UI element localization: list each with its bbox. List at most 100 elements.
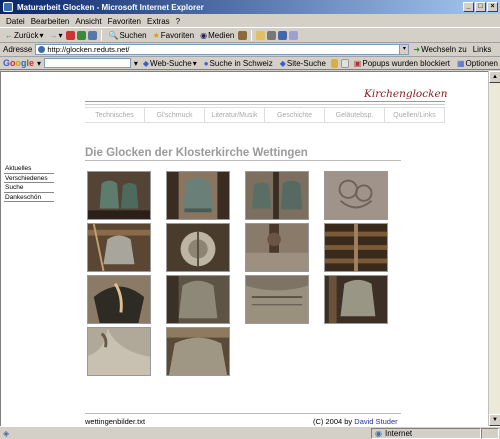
menu-datei[interactable]: Datei: [3, 17, 28, 26]
star-icon: ★: [152, 31, 160, 40]
minimize-button[interactable]: _: [463, 2, 474, 12]
search-button[interactable]: 🔍 Suchen: [106, 31, 148, 40]
menu-extras[interactable]: Extras: [144, 17, 173, 26]
bell-photo-thumbnail[interactable]: [245, 223, 309, 272]
forward-button[interactable]: → ▾: [47, 31, 64, 40]
bell-photo-thumbnail[interactable]: [87, 223, 151, 272]
bell-photo-thumbnail[interactable]: [87, 171, 151, 220]
media-button[interactable]: ◉ Medien: [198, 31, 236, 40]
google-search-input[interactable]: [44, 58, 131, 68]
chevron-down-icon[interactable]: ▾: [37, 59, 41, 68]
site-brand-logo[interactable]: Kirchenglocken: [364, 88, 447, 100]
footer-rule: [85, 413, 401, 414]
page-done-icon: ◈: [3, 428, 10, 438]
side-menu-item-suche[interactable]: Suche: [4, 183, 54, 193]
chevron-down-icon[interactable]: ▾: [134, 59, 138, 68]
security-zone: ◉ Internet: [371, 427, 481, 439]
menu-ansicht[interactable]: Ansicht: [72, 17, 104, 26]
bell-photo-thumbnail[interactable]: [166, 171, 230, 220]
bell-photo-thumbnail[interactable]: [166, 275, 230, 324]
back-arrow-icon: ←: [5, 31, 13, 40]
nav-gelaeutebsp[interactable]: Geläutebsp.: [325, 108, 385, 122]
nav-literatur-musik[interactable]: Literatur/Musik: [205, 108, 265, 122]
site-search-icon: ◆: [279, 58, 286, 68]
links-button[interactable]: Links: [473, 45, 492, 54]
nav-quellen-links[interactable]: Quellen/Links: [385, 108, 445, 122]
status-bar: ◈ ◉ Internet: [0, 426, 500, 439]
site-nav: Technisches Gl'schmuck Literatur/Musik G…: [85, 107, 445, 123]
bell-photo-thumbnail[interactable]: [324, 275, 388, 324]
bell-photo-thumbnail[interactable]: [87, 275, 151, 324]
bell-photo-thumbnail[interactable]: [245, 171, 309, 220]
site-search-button[interactable]: ◆ Site-Suche: [278, 59, 328, 68]
window-title: Maturarbeit Glocken - Microsoft Internet…: [17, 2, 204, 12]
scroll-down-button[interactable]: ▼: [489, 414, 500, 426]
web-search-button[interactable]: ◆ Web-Suche ▾: [141, 59, 199, 68]
google-logo[interactable]: Google: [3, 58, 34, 68]
bell-photo-thumbnail[interactable]: [87, 327, 151, 376]
globe-icon: ◉: [375, 428, 382, 438]
maximize-button[interactable]: □: [475, 2, 486, 12]
history-icon[interactable]: [238, 31, 248, 40]
address-label: Adresse: [3, 45, 33, 54]
page-icon: [38, 46, 46, 53]
refresh-icon[interactable]: [77, 31, 87, 40]
highlight-icon[interactable]: [341, 58, 349, 68]
mail-icon[interactable]: [256, 31, 266, 40]
menu-help[interactable]: ?: [173, 17, 183, 26]
footer-filename[interactable]: wettingenbilder.txt: [85, 417, 145, 426]
stop-icon[interactable]: [66, 31, 76, 40]
google-toolbar: Google ▾ ▾ ◆ Web-Suche ▾ ● Suche in Schw…: [0, 57, 500, 70]
bell-photo-thumbnail[interactable]: [324, 223, 388, 272]
nav-glockenschmuck[interactable]: Gl'schmuck: [145, 108, 205, 122]
home-icon[interactable]: [88, 31, 98, 40]
address-bar: Adresse http://glocken.reduts.net/ ▾ ➜ W…: [0, 43, 500, 57]
chevron-down-icon: ▾: [192, 58, 197, 68]
nav-technisches[interactable]: Technisches: [85, 108, 145, 122]
popup-blocked-icon: ▣: [353, 58, 362, 68]
forward-arrow-icon: →: [49, 31, 58, 40]
chevron-down-icon: ▾: [39, 31, 44, 40]
chevron-down-icon: ▾: [58, 31, 63, 40]
address-dropdown-button[interactable]: ▾: [400, 44, 410, 55]
discuss-icon[interactable]: [289, 31, 299, 40]
bell-photo-thumbnail[interactable]: [245, 275, 309, 324]
header-rule: [85, 101, 445, 102]
favorites-button[interactable]: ★ Favoriten: [151, 31, 197, 40]
globe-icon: ●: [203, 58, 209, 68]
search-icon: ◆: [142, 58, 150, 68]
heading-rule: [85, 160, 401, 161]
media-icon: ◉: [200, 31, 208, 40]
nav-geschichte[interactable]: Geschichte: [265, 108, 325, 122]
bell-photo-thumbnail[interactable]: [166, 327, 230, 376]
go-button[interactable]: ➜ Wechseln zu: [413, 45, 466, 54]
side-menu-item-dankeschoen[interactable]: Dankeschön: [4, 193, 54, 202]
menu-favoriten[interactable]: Favoriten: [105, 17, 144, 26]
author-link[interactable]: David Studer: [354, 417, 397, 426]
scroll-up-button[interactable]: ▲: [489, 71, 500, 83]
header-rule-light: [85, 104, 445, 105]
side-menu-item-aktuelles[interactable]: Aktuelles: [4, 164, 54, 174]
side-menu-item-verschiedenes[interactable]: Verschiedenes: [4, 174, 54, 183]
title-bar: Maturarbeit Glocken - Microsoft Internet…: [0, 0, 500, 14]
print-icon[interactable]: [267, 31, 277, 40]
footer-copyright: (C) 2004 by David Studer: [313, 417, 398, 426]
edit-icon[interactable]: [278, 31, 288, 40]
bell-photo-thumbnail[interactable]: [166, 223, 230, 272]
options-button[interactable]: ▦ Optionen: [455, 59, 500, 68]
bell-photo-thumbnail[interactable]: [324, 171, 388, 220]
menu-bearbeiten[interactable]: Bearbeiten: [28, 17, 73, 26]
close-button[interactable]: ×: [487, 2, 498, 12]
search-switzerland-button[interactable]: ● Suche in Schweiz: [202, 59, 275, 68]
page-viewport: Aktuelles Verschiedenes Suche Dankeschön…: [0, 71, 488, 426]
options-icon: ▦: [456, 58, 465, 68]
back-button[interactable]: ← Zurück ▾: [3, 31, 45, 40]
ie-logo-icon: [3, 2, 13, 12]
side-menu: Aktuelles Verschiedenes Suche Dankeschön: [4, 164, 54, 202]
vertical-scrollbar[interactable]: ▲ ▼: [488, 71, 500, 426]
address-input[interactable]: http://glocken.reduts.net/: [35, 44, 401, 55]
popup-blocker-button[interactable]: ▣ Popups wurden blockiert: [352, 59, 452, 68]
search-icon: 🔍: [108, 31, 119, 40]
resize-grip[interactable]: [481, 427, 499, 439]
news-icon[interactable]: [331, 58, 339, 68]
